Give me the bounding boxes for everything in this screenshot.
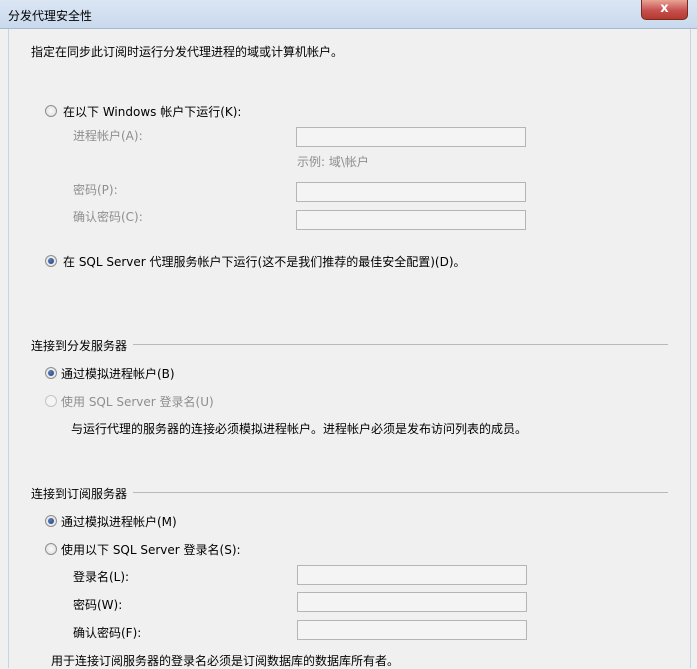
close-button[interactable]: x [641, 0, 688, 20]
distributor-note: 与运行代理的服务器的连接必须模拟进程帐户。进程帐户必须是发布访问列表的成员。 [71, 422, 528, 436]
distributor-sql-login-label: 使用 SQL Server 登录名(U) [61, 395, 214, 409]
subscriber-divider [133, 492, 668, 493]
subscriber-heading: 连接到订阅服务器 [31, 487, 128, 501]
close-icon: x [660, 1, 669, 16]
subscriber-login-label: 登录名(L): [73, 570, 130, 584]
subscriber-impersonate-label[interactable]: 通过模拟进程帐户(M) [61, 513, 177, 530]
run-as-windows-account-radio[interactable] [45, 105, 57, 117]
process-account-input[interactable] [296, 127, 526, 147]
window-title: 分发代理安全性 [8, 9, 93, 23]
subscriber-sql-login-radio[interactable] [45, 543, 57, 555]
title-bar: 分发代理安全性 x [0, 0, 697, 29]
confirm-password-label: 确认密码(C): [73, 210, 143, 224]
run-as-sql-agent-radio[interactable] [45, 255, 57, 267]
process-account-label: 进程帐户(A): [73, 129, 143, 143]
run-as-windows-account-label[interactable]: 在以下 Windows 帐户下运行(K): [63, 103, 241, 120]
distributor-impersonate-radio[interactable] [45, 367, 57, 379]
account-example-hint: 示例: 域\帐户 [297, 155, 369, 169]
dialog-body: 指定在同步此订阅时运行分发代理进程的域或计算机帐户。 在以下 Windows 帐… [8, 29, 691, 668]
subscriber-password-label: 密码(W): [73, 598, 123, 612]
subscriber-impersonate-radio[interactable] [45, 515, 57, 527]
distributor-sql-login-radio[interactable] [45, 395, 57, 407]
distributor-impersonate-label[interactable]: 通过模拟进程帐户(B) [61, 365, 175, 382]
subscriber-sql-login-label[interactable]: 使用以下 SQL Server 登录名(S): [61, 541, 241, 558]
subscriber-confirm-password-input[interactable] [297, 620, 527, 640]
run-as-sql-agent-label[interactable]: 在 SQL Server 代理服务帐户下运行(这不是我们推荐的最佳安全配置)(D… [63, 253, 466, 270]
subscriber-login-input[interactable] [297, 565, 527, 585]
subscriber-confirm-password-label: 确认密码(F): [73, 626, 142, 640]
intro-text: 指定在同步此订阅时运行分发代理进程的域或计算机帐户。 [31, 45, 344, 59]
distributor-heading: 连接到分发服务器 [31, 339, 128, 353]
password-label: 密码(P): [73, 183, 118, 197]
subscriber-note: 用于连接订阅服务器的登录名必须是订阅数据库的数据库所有者。 [51, 654, 400, 668]
subscriber-password-input[interactable] [297, 592, 527, 612]
confirm-password-input[interactable] [296, 210, 526, 230]
distributor-divider [133, 344, 668, 345]
password-input[interactable] [296, 182, 526, 202]
